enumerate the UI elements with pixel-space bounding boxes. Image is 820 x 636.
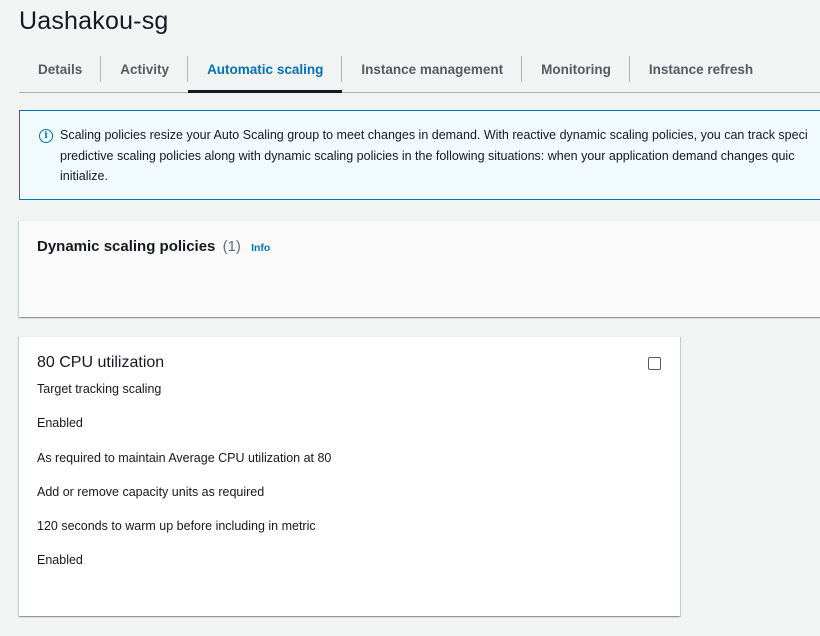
dynamic-scaling-policies-panel: Dynamic scaling policies (1) Info <box>19 220 820 317</box>
info-icon: i <box>39 129 53 143</box>
policy-count: (1) <box>222 238 241 255</box>
page: Uashakou-sg Details Activity Automatic s… <box>0 0 820 636</box>
policy-warmup: 120 seconds to warm up before including … <box>37 519 316 533</box>
tab-label: Activity <box>120 61 170 77</box>
policy-name: 80 CPU utilization <box>37 354 165 371</box>
alert-line: predictive scaling policies along with d… <box>60 148 795 163</box>
tab-instance-refresh[interactable]: Instance refresh <box>630 46 772 92</box>
tab-label: Monitoring <box>541 61 611 77</box>
policy-select-checkbox[interactable] <box>648 357 661 370</box>
alert-line: initialize. <box>60 169 108 183</box>
info-alert: i Scaling policies resize your Auto Scal… <box>19 110 820 200</box>
tab-label: Automatic scaling <box>207 61 324 77</box>
panel-title: Dynamic scaling policies (1) Info <box>37 238 270 255</box>
tab-details[interactable]: Details <box>19 46 102 92</box>
tab-label: Details <box>38 61 83 77</box>
tab-instance-management[interactable]: Instance management <box>342 46 523 92</box>
tab-monitoring[interactable]: Monitoring <box>522 46 630 92</box>
policy-target: As required to maintain Average CPU util… <box>37 451 332 465</box>
policy-action: Add or remove capacity units as required <box>37 485 265 499</box>
alert-message: Scaling policies resize your Auto Scalin… <box>60 125 820 187</box>
page-title: Uashakou-sg <box>19 7 169 35</box>
tab-automatic-scaling[interactable]: Automatic scaling <box>188 46 343 93</box>
tab-bar: Details Activity Automatic scaling Insta… <box>19 46 820 93</box>
policy-status: Enabled <box>37 416 83 430</box>
tab-label: Instance management <box>361 61 504 77</box>
tab-label: Instance refresh <box>648 61 754 77</box>
policy-card[interactable]: 80 CPU utilization Target tracking scali… <box>19 336 680 616</box>
policy-scale-in: Enabled <box>37 553 83 567</box>
info-link[interactable]: Info <box>251 242 270 254</box>
panel-title-text: Dynamic scaling policies <box>37 238 216 255</box>
tab-activity[interactable]: Activity <box>101 46 189 92</box>
alert-line: Scaling policies resize your Auto Scalin… <box>60 128 808 142</box>
policy-type: Target tracking scaling <box>37 382 162 396</box>
